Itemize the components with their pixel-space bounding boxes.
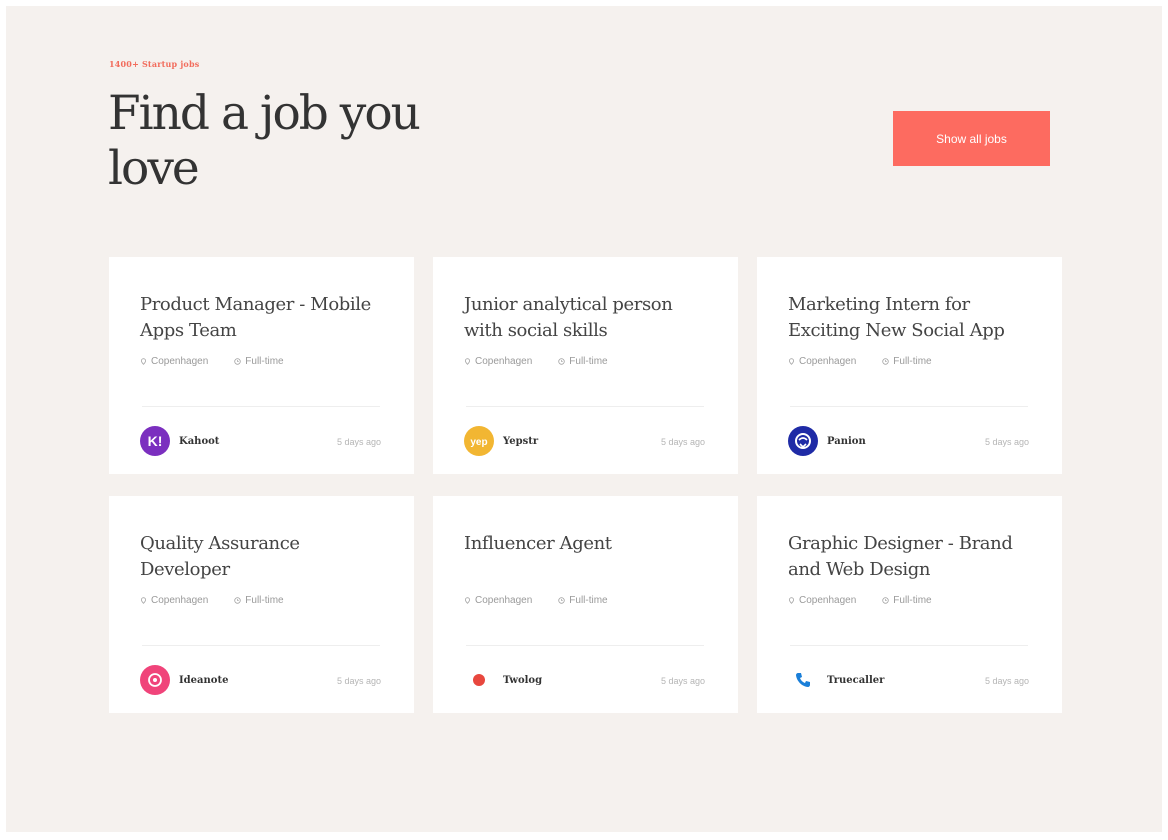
job-title[interactable]: Product Manager - Mobile Apps Team bbox=[140, 292, 390, 344]
company: K! Kahoot bbox=[140, 425, 219, 457]
company-name: Truecaller bbox=[827, 674, 885, 686]
job-type-text: Full-time bbox=[245, 356, 284, 367]
job-title[interactable]: Marketing Intern for Exciting New Social… bbox=[788, 292, 1038, 344]
job-meta: Copenhagen Full-time bbox=[788, 595, 932, 606]
location-pin-icon bbox=[788, 597, 795, 604]
job-count-label: 1400+ Startup jobs bbox=[109, 59, 200, 69]
company: Ideanote bbox=[140, 664, 228, 696]
company-name: Kahoot bbox=[179, 435, 220, 447]
job-type: Full-time bbox=[558, 595, 608, 606]
truecaller-logo-icon bbox=[788, 665, 818, 695]
yepstr-logo-icon: yep bbox=[464, 426, 494, 456]
location-pin-icon bbox=[140, 358, 147, 365]
job-location-text: Copenhagen bbox=[799, 595, 857, 606]
company: Twolog bbox=[464, 664, 542, 696]
job-type: Full-time bbox=[882, 356, 932, 367]
card-divider bbox=[466, 406, 704, 407]
job-card[interactable]: Graphic Designer - Brand and Web Design … bbox=[757, 496, 1062, 713]
card-divider bbox=[790, 645, 1028, 646]
job-type-text: Full-time bbox=[569, 356, 608, 367]
clock-icon bbox=[558, 597, 566, 604]
job-location-text: Copenhagen bbox=[799, 356, 857, 367]
job-card[interactable]: Junior analytical person with social ski… bbox=[433, 257, 738, 474]
clock-icon bbox=[558, 358, 566, 365]
posted-date: 5 days ago bbox=[336, 676, 381, 686]
company-name: Ideanote bbox=[179, 674, 229, 686]
job-title[interactable]: Quality Assurance Developer bbox=[140, 531, 390, 583]
location-pin-icon bbox=[464, 597, 471, 604]
location-pin-icon bbox=[140, 597, 147, 604]
clock-icon bbox=[882, 358, 890, 365]
location-pin-icon bbox=[464, 358, 471, 365]
job-title[interactable]: Graphic Designer - Brand and Web Design bbox=[788, 531, 1038, 583]
job-meta: Copenhagen Full-time bbox=[464, 595, 608, 606]
card-divider bbox=[466, 645, 704, 646]
company-name: Twolog bbox=[503, 674, 543, 686]
job-location: Copenhagen bbox=[788, 595, 856, 606]
posted-date: 5 days ago bbox=[984, 676, 1029, 686]
job-location-text: Copenhagen bbox=[475, 356, 533, 367]
card-divider bbox=[142, 645, 380, 646]
job-location-text: Copenhagen bbox=[475, 595, 533, 606]
company-name: Panion bbox=[827, 435, 866, 447]
posted-date: 5 days ago bbox=[660, 676, 705, 686]
job-location: Copenhagen bbox=[788, 356, 856, 367]
posted-date: 5 days ago bbox=[660, 437, 705, 447]
twolog-logo-icon bbox=[464, 665, 494, 695]
job-type: Full-time bbox=[234, 595, 284, 606]
job-type: Full-time bbox=[882, 595, 932, 606]
posted-date: 5 days ago bbox=[336, 437, 381, 447]
company: Panion bbox=[788, 425, 866, 457]
job-card[interactable]: Influencer Agent Copenhagen Full-time Tw… bbox=[433, 496, 738, 713]
ideanote-logo-icon bbox=[140, 665, 170, 695]
clock-icon bbox=[234, 597, 242, 604]
svg-text:yep: yep bbox=[470, 437, 487, 448]
company-name: Yepstr bbox=[503, 435, 539, 447]
job-type: Full-time bbox=[558, 356, 608, 367]
company: Truecaller bbox=[788, 664, 884, 696]
job-location: Copenhagen bbox=[464, 595, 532, 606]
job-meta: Copenhagen Full-time bbox=[140, 595, 284, 606]
show-all-jobs-button[interactable]: Show all jobs bbox=[893, 111, 1050, 166]
job-location: Copenhagen bbox=[140, 595, 208, 606]
posted-date: 5 days ago bbox=[984, 437, 1029, 447]
location-pin-icon bbox=[788, 358, 795, 365]
job-type-text: Full-time bbox=[893, 356, 932, 367]
job-location-text: Copenhagen bbox=[151, 595, 209, 606]
card-divider bbox=[142, 406, 380, 407]
svg-text:K!: K! bbox=[148, 433, 163, 449]
company: yep Yepstr bbox=[464, 425, 538, 457]
clock-icon bbox=[882, 597, 890, 604]
kahoot-logo-icon: K! bbox=[140, 426, 170, 456]
job-card[interactable]: Product Manager - Mobile Apps Team Copen… bbox=[109, 257, 414, 474]
panion-logo-icon bbox=[788, 426, 818, 456]
job-meta: Copenhagen Full-time bbox=[140, 356, 284, 367]
job-type-text: Full-time bbox=[569, 595, 608, 606]
jobs-section: 1400+ Startup jobs Find a job you love S… bbox=[6, 6, 1162, 832]
card-divider bbox=[790, 406, 1028, 407]
job-location-text: Copenhagen bbox=[151, 356, 209, 367]
page-title: Find a job you love bbox=[108, 86, 421, 196]
job-location: Copenhagen bbox=[464, 356, 532, 367]
job-title[interactable]: Influencer Agent bbox=[464, 531, 714, 557]
job-type: Full-time bbox=[234, 356, 284, 367]
job-meta: Copenhagen Full-time bbox=[464, 356, 608, 367]
job-type-text: Full-time bbox=[245, 595, 284, 606]
job-list: Product Manager - Mobile Apps Team Copen… bbox=[109, 257, 1063, 713]
job-title[interactable]: Junior analytical person with social ski… bbox=[464, 292, 714, 344]
job-card[interactable]: Quality Assurance Developer Copenhagen F… bbox=[109, 496, 414, 713]
job-meta: Copenhagen Full-time bbox=[788, 356, 932, 367]
job-location: Copenhagen bbox=[140, 356, 208, 367]
job-card[interactable]: Marketing Intern for Exciting New Social… bbox=[757, 257, 1062, 474]
clock-icon bbox=[234, 358, 242, 365]
job-type-text: Full-time bbox=[893, 595, 932, 606]
